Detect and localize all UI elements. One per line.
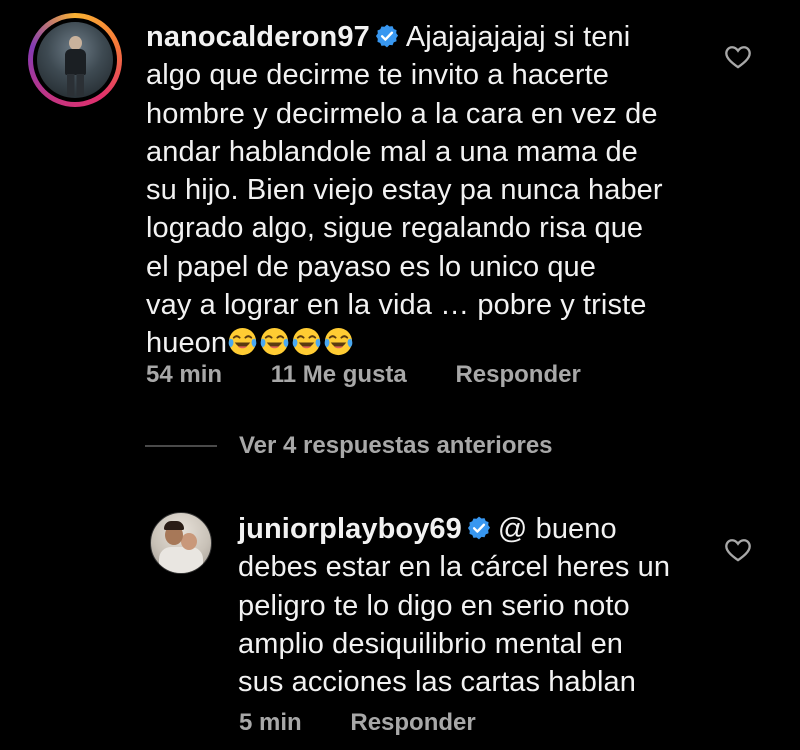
comment-text-line: vay a lograr en la vida … pobre y triste <box>146 289 647 322</box>
emoji-row <box>227 327 355 359</box>
comment-time: 54 min <box>146 361 223 388</box>
reply-button[interactable]: Responder <box>350 709 475 737</box>
view-previous-replies-label: Ver 4 respuestas anteriores <box>239 432 553 459</box>
tears-of-joy-emoji <box>228 328 257 356</box>
comment-text-line: @ bueno <box>497 513 617 545</box>
tears-of-joy-emoji <box>292 328 321 356</box>
comment-text-line: Ajajajajajaj si teni <box>405 21 631 53</box>
view-previous-replies-button[interactable]: Ver 4 respuestas anteriores <box>145 432 553 460</box>
verified-badge-icon <box>467 516 490 540</box>
comment-text-line: debes estar en la cárcel heres un <box>238 551 671 584</box>
reply-button[interactable]: Responder <box>455 361 580 389</box>
tears-of-joy-emoji <box>260 328 289 356</box>
user-photo-icon <box>37 22 113 98</box>
comment-text-line: andar hablandole mal a una mama de <box>146 135 638 168</box>
tears-of-joy-emoji <box>324 328 353 356</box>
comment-text-line: logrado algo, sigue regalando risa que <box>146 212 644 245</box>
avatar-with-story-ring[interactable] <box>28 13 122 107</box>
comment-text-line: su hijo. Bien viejo estay pa nunca haber <box>146 174 663 207</box>
user-photo-icon[interactable] <box>150 512 212 574</box>
heart-outline-icon[interactable] <box>724 43 752 69</box>
comment-text-line: peligro te lo digo en serio noto <box>238 589 630 622</box>
comment-meta: 54 min 11 Me gusta Responder <box>146 361 581 389</box>
heart-outline-icon[interactable] <box>724 536 752 562</box>
comment-meta: 5 min Responder <box>239 709 476 737</box>
comment-text-line: hombre y decirmelo a la cara en vez de <box>146 97 658 130</box>
replies-divider <box>145 445 217 447</box>
comment-text-line: algo que decirme te invito a hacerte <box>146 59 610 92</box>
comment-body: nanocalderon97 Ajajajajajaj si teni algo… <box>146 18 706 363</box>
comment-text-line: el papel de payaso es lo unico que <box>146 250 597 283</box>
comment-username[interactable]: juniorplayboy69 <box>238 513 462 545</box>
comment-text-line: sus acciones las cartas hablan <box>238 666 636 699</box>
comment-time: 5 min <box>239 709 302 736</box>
verified-badge-icon <box>375 24 398 48</box>
comment-text-line: hueon <box>146 327 228 360</box>
comment-body: juniorplayboy69 @ bueno debes estar en l… <box>238 510 708 701</box>
likes-count-button[interactable]: 11 Me gusta <box>271 361 407 389</box>
comment-text-line: amplio desiquilibrio mental en <box>238 627 624 660</box>
comment-username[interactable]: nanocalderon97 <box>146 21 370 53</box>
